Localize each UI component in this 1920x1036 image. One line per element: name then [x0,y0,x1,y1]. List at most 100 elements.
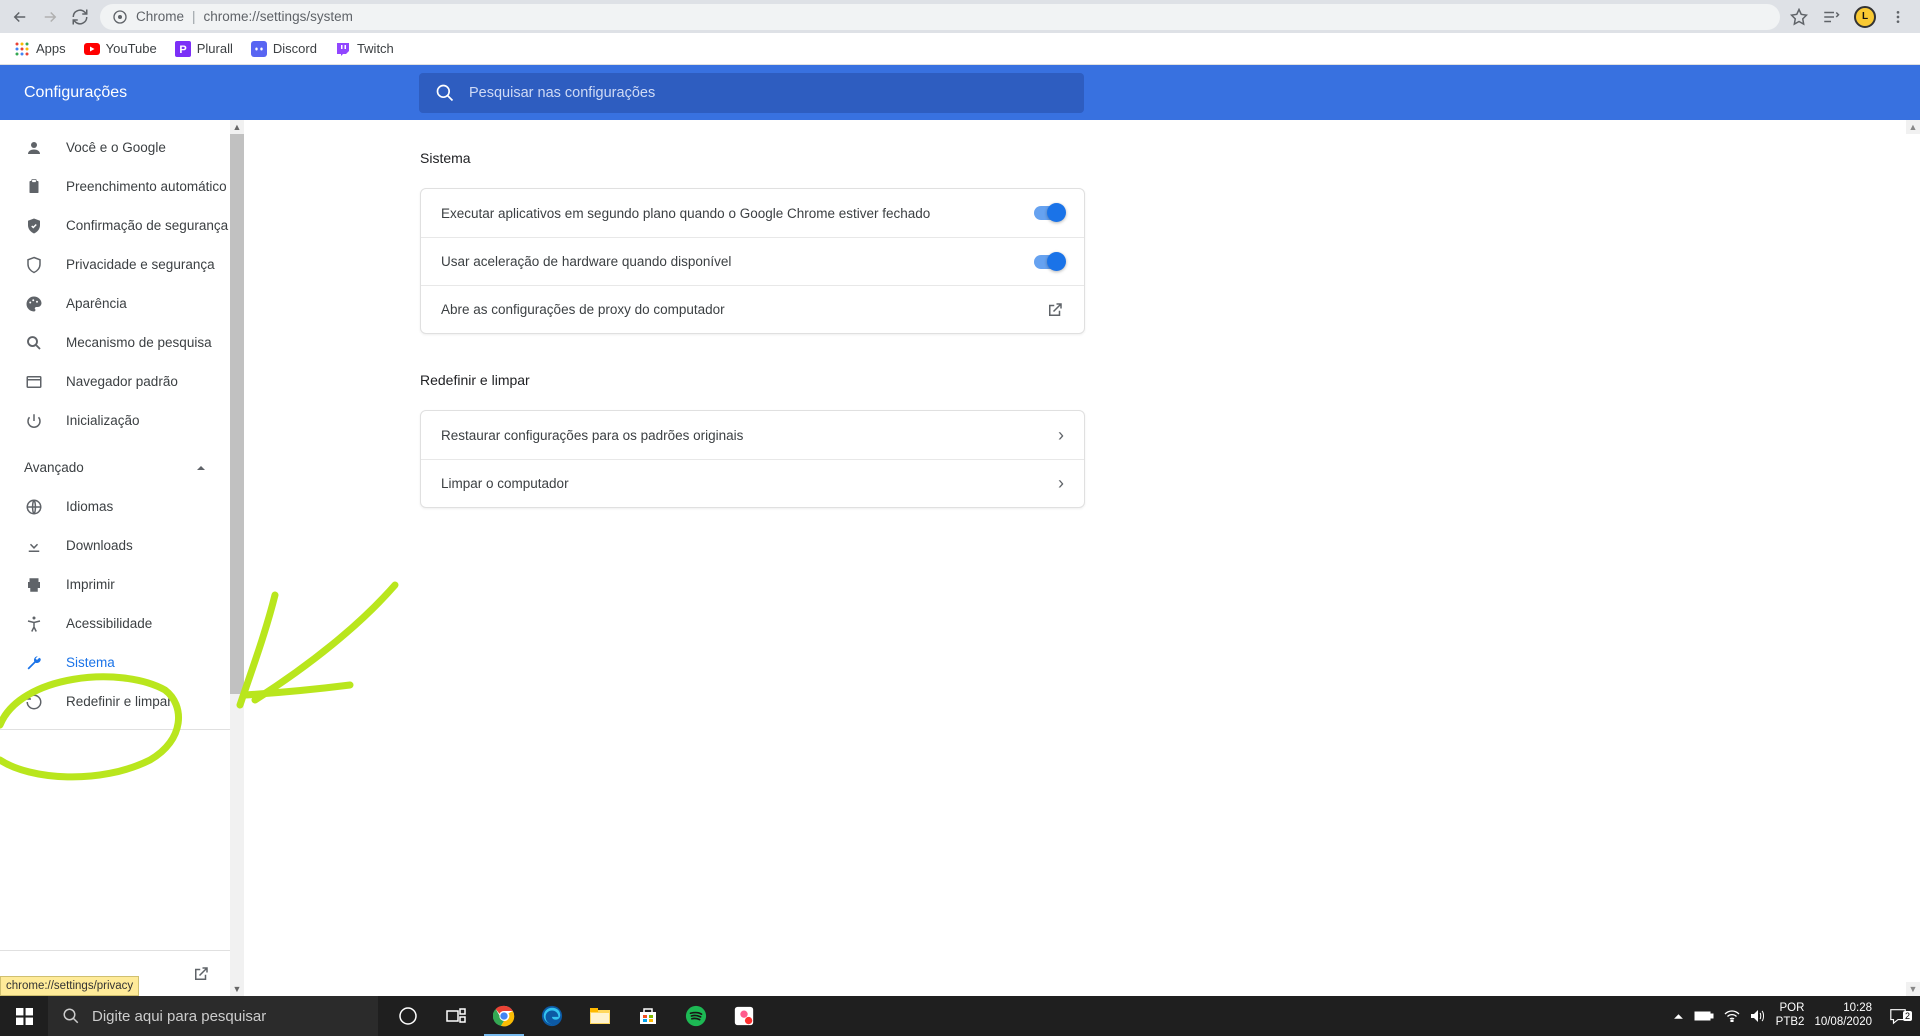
main-scrollbar[interactable]: ▲ ▼ [1906,120,1920,996]
sidebar-item-safety-check[interactable]: Confirmação de segurança [0,206,230,245]
windows-taskbar: POR PTB2 10:28 10/08/2020 2 [0,996,1920,1036]
address-bar[interactable]: Chrome | chrome://settings/system [100,4,1780,30]
sidebar-item-system[interactable]: Sistema [0,643,230,682]
reload-button[interactable] [70,7,90,27]
tray-clock[interactable]: 10:28 10/08/2020 [1814,1002,1872,1030]
bookmark-apps[interactable]: Apps [14,41,66,57]
task-view-icon[interactable] [432,996,480,1036]
cortana-icon[interactable] [384,996,432,1036]
tray-chevron-icon[interactable] [1673,1011,1684,1022]
setting-cleanup[interactable]: Limpar o computador › [421,459,1084,507]
taskbar-explorer[interactable] [576,996,624,1036]
reading-list-icon[interactable] [1822,8,1840,26]
star-icon[interactable] [1790,8,1808,26]
url-path: chrome://settings/system [204,9,353,24]
scrollbar-thumb[interactable] [230,134,244,694]
clipboard-icon [24,178,44,196]
start-button[interactable] [0,996,48,1036]
scroll-down-icon[interactable]: ▼ [233,982,242,996]
sidebar-label: Redefinir e limpar [66,694,172,709]
toggle-on-icon[interactable] [1034,206,1064,220]
bookmark-twitch[interactable]: Twitch [335,41,394,57]
site-info-icon [112,9,128,25]
restore-icon [24,693,44,711]
taskbar-spotify[interactable] [672,996,720,1036]
sidebar-section-advanced[interactable]: Avançado [0,448,230,487]
taskbar-edge[interactable] [528,996,576,1036]
plurall-icon: P [175,41,191,57]
sidebar-item-downloads[interactable]: Downloads [0,526,230,565]
setting-proxy[interactable]: Abre as configurações de proxy do comput… [421,285,1084,333]
toggle-on-icon[interactable] [1034,255,1064,269]
back-button[interactable] [10,7,30,27]
search-icon [24,334,44,352]
setting-hardware-accel[interactable]: Usar aceleração de hardware quando dispo… [421,237,1084,285]
sidebar-item-privacy[interactable]: Privacidade e segurança [0,245,230,284]
external-link-icon[interactable] [192,965,210,983]
kebab-menu-icon[interactable] [1890,9,1906,25]
sidebar-divider [0,729,230,730]
search-icon [435,83,455,103]
accessibility-icon [24,615,44,633]
sidebar-item-reset[interactable]: Redefinir e limpar [0,682,230,721]
sidebar-label: Privacidade e segurança [66,257,215,272]
tray-language[interactable]: POR PTB2 [1776,1002,1805,1030]
sidebar-item-search-engine[interactable]: Mecanismo de pesquisa [0,323,230,362]
sidebar-scrollbar[interactable]: ▲ ▼ [230,120,244,996]
sidebar-item-you-and-google[interactable]: Você e o Google [0,128,230,167]
chevron-right-icon: › [1058,425,1064,446]
profile-avatar[interactable]: L [1854,6,1876,28]
setting-label: Limpar o computador [441,476,569,491]
sidebar-label: Idiomas [66,499,113,514]
bookmark-label: YouTube [106,41,157,56]
settings-header: Configurações [0,65,1920,120]
taskbar-search[interactable] [48,996,378,1036]
setting-label: Abre as configurações de proxy do comput… [441,302,725,317]
sidebar-item-default-browser[interactable]: Navegador padrão [0,362,230,401]
sidebar-nav: Você e o Google Preenchimento automático… [0,120,230,996]
youtube-icon [84,41,100,57]
person-icon [24,139,44,157]
external-link-icon [1046,301,1064,319]
discord-icon [251,41,267,57]
setting-restore-defaults[interactable]: Restaurar configurações para os padrões … [421,411,1084,459]
scroll-up-icon[interactable]: ▲ [233,120,242,134]
bookmark-plurall[interactable]: P Plurall [175,41,233,57]
tray-battery-icon[interactable] [1694,1010,1714,1022]
bookmark-label: Apps [36,41,66,56]
apps-grid-icon [14,41,30,57]
lang-line2: PTB2 [1776,1016,1805,1030]
bookmark-label: Plurall [197,41,233,56]
tray-volume-icon[interactable] [1750,1009,1766,1023]
sidebar-item-print[interactable]: Imprimir [0,565,230,604]
taskbar-chrome[interactable] [480,996,528,1036]
section-title-reset: Redefinir e limpar [420,372,1085,388]
tray-wifi-icon[interactable] [1724,1010,1740,1022]
sidebar-label: Avançado [24,460,84,475]
taskbar-app[interactable] [720,996,768,1036]
setting-label: Executar aplicativos em segundo plano qu… [441,206,930,221]
sidebar-item-startup[interactable]: Inicialização [0,401,230,440]
setting-label: Restaurar configurações para os padrões … [441,428,743,443]
scroll-up-icon[interactable]: ▲ [1906,120,1920,134]
system-settings-card: Executar aplicativos em segundo plano qu… [420,188,1085,334]
sidebar-item-accessibility[interactable]: Acessibilidade [0,604,230,643]
sidebar-item-appearance[interactable]: Aparência [0,284,230,323]
taskbar-search-input[interactable] [92,1008,364,1025]
bookmark-youtube[interactable]: YouTube [84,41,157,57]
sidebar-item-languages[interactable]: Idiomas [0,487,230,526]
bookmark-label: Twitch [357,41,394,56]
sidebar-item-autofill[interactable]: Preenchimento automático [0,167,230,206]
bookmark-discord[interactable]: Discord [251,41,317,57]
sidebar-label: Inicialização [66,413,140,428]
setting-label: Usar aceleração de hardware quando dispo… [441,254,731,269]
settings-search[interactable] [419,73,1084,113]
sidebar-label: Você e o Google [66,140,166,155]
search-input[interactable] [469,85,1068,101]
download-icon [24,537,44,555]
setting-background-apps[interactable]: Executar aplicativos em segundo plano qu… [421,189,1084,237]
forward-button[interactable] [40,7,60,27]
taskbar-store[interactable] [624,996,672,1036]
scroll-down-icon[interactable]: ▼ [1906,982,1920,996]
tray-notifications[interactable]: 2 [1882,1007,1914,1025]
